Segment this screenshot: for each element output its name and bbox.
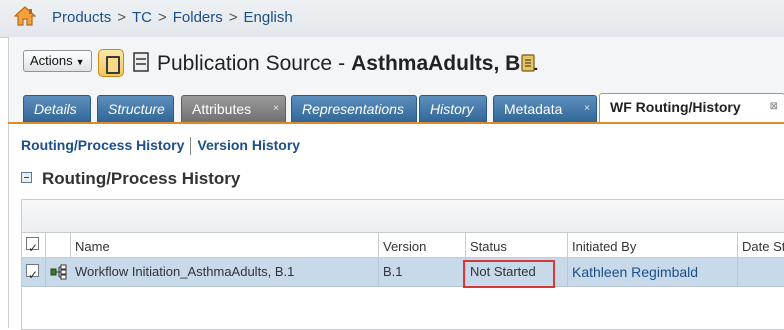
- routing-history-grid: Name Version Status Initiated By Date St…: [21, 199, 784, 330]
- tab-metadata-label: Metadata: [504, 101, 563, 117]
- object-header: Actions ▼ Publication Source - AsthmaAdults…: [8, 37, 784, 93]
- workflow-icon: [50, 264, 67, 280]
- actions-button[interactable]: Actions ▼: [23, 50, 92, 72]
- tab-metadata[interactable]: Metadata ×: [493, 95, 597, 123]
- close-icon[interactable]: ×: [584, 95, 590, 122]
- close-icon[interactable]: ⊠: [770, 93, 778, 120]
- tab-representations-label: Representations: [302, 101, 404, 117]
- table-row[interactable]: Workflow Initiation_AsthmaAdults, B.1 B.…: [22, 258, 784, 288]
- select-all-cell: [22, 233, 46, 257]
- tab-content: Routing/Process History Version History R…: [8, 124, 784, 330]
- tab-wf-routing-history[interactable]: WF Routing/History ⊠: [599, 93, 784, 123]
- tab-details[interactable]: Details: [23, 95, 91, 123]
- row-initiated-by-link[interactable]: Kathleen Regimbald: [568, 258, 738, 286]
- tab-history[interactable]: History: [419, 95, 487, 123]
- column-header-status[interactable]: Status: [466, 233, 568, 257]
- history-subnav: Routing/Process History Version History: [21, 137, 300, 156]
- tab-wf-routing-history-label: WF Routing/History: [610, 99, 741, 115]
- object-name: AsthmaAdults, B.1: [351, 52, 538, 75]
- actions-label: Actions: [30, 53, 73, 68]
- breadcrumb-separator: >: [157, 9, 167, 26]
- row-name-cell[interactable]: Workflow Initiation_AsthmaAdults, B.1: [71, 258, 379, 286]
- subnav-divider: [190, 137, 192, 156]
- grid-header-row: Name Version Status Initiated By Date St: [22, 233, 784, 258]
- column-header-initiated-by[interactable]: Initiated By: [568, 233, 738, 257]
- collapse-icon[interactable]: [21, 172, 32, 184]
- tab-history-label: History: [430, 101, 474, 117]
- chevron-down-icon: ▼: [75, 57, 85, 67]
- breadcrumb-bar: Products > TC > Folders > English: [0, 0, 784, 38]
- column-header-name[interactable]: Name: [71, 233, 379, 257]
- row-checkbox[interactable]: [26, 261, 39, 286]
- tab-bar: Details Structure Attributes × Represent…: [8, 93, 784, 123]
- tab-attributes[interactable]: Attributes ×: [181, 95, 286, 123]
- breadcrumb-folders[interactable]: Folders: [173, 9, 223, 26]
- routing-history-link[interactable]: Routing/Process History: [21, 137, 184, 153]
- title-dash: -: [338, 52, 346, 75]
- breadcrumb-products[interactable]: Products: [52, 9, 111, 26]
- close-icon[interactable]: ×: [273, 95, 279, 122]
- grid-toolbar: [22, 200, 784, 233]
- select-all-checkbox[interactable]: [26, 234, 39, 257]
- page-title: Publication Source - AsthmaAdults, B.1: [157, 52, 538, 76]
- icon-column-header: [46, 233, 71, 257]
- document-icon[interactable]: [521, 54, 535, 72]
- publication-source-icon[interactable]: [98, 49, 124, 77]
- row-date-started-cell: [738, 258, 784, 286]
- section-header: Routing/Process History: [21, 169, 240, 189]
- row-version-cell: B.1: [379, 258, 466, 286]
- tab-details-label: Details: [34, 101, 77, 117]
- list-icon[interactable]: [133, 52, 149, 72]
- tab-attributes-label: Attributes: [192, 101, 252, 117]
- breadcrumb: Products > TC > Folders > English: [52, 9, 293, 26]
- breadcrumb-separator: >: [228, 9, 238, 26]
- breadcrumb-english[interactable]: English: [244, 9, 293, 26]
- version-history-link[interactable]: Version History: [197, 137, 300, 153]
- row-status-cell: Not Started: [466, 258, 568, 286]
- row-select-cell: [22, 258, 46, 286]
- tab-structure-label: Structure: [108, 101, 165, 117]
- home-icon[interactable]: [14, 6, 36, 26]
- column-header-version[interactable]: Version: [379, 233, 466, 257]
- breadcrumb-tc[interactable]: TC: [132, 9, 152, 26]
- column-header-date-started[interactable]: Date St: [738, 233, 784, 257]
- section-title: Routing/Process History: [42, 169, 241, 188]
- tab-representations[interactable]: Representations: [291, 95, 417, 123]
- tab-structure[interactable]: Structure: [97, 95, 174, 123]
- object-type-label: Publication Source: [157, 52, 333, 75]
- breadcrumb-separator: >: [117, 9, 126, 26]
